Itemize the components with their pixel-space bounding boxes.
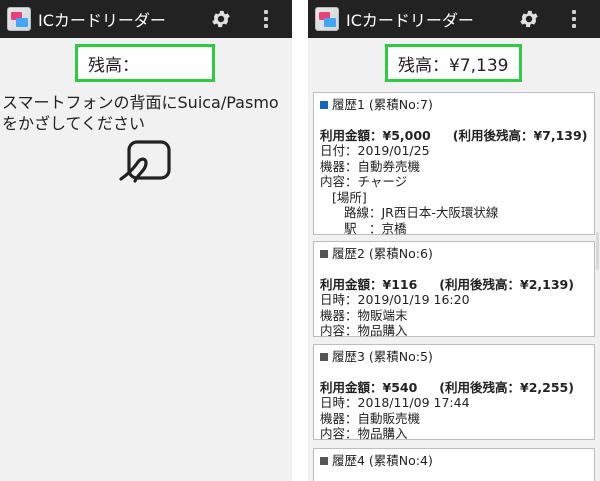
history-header: 履歴2 (累積No:6)	[320, 246, 588, 262]
history-title: 履歴3 (累積No:5)	[332, 349, 433, 364]
history-card[interactable]: 履歴4 (累積No:4)	[313, 448, 595, 481]
overflow-menu-icon[interactable]	[263, 10, 269, 28]
history-card[interactable]: 履歴2 (累積No:6) 利用金額：¥116 (利用後残高：¥2,139) 日時：…	[313, 241, 595, 338]
history-station: 駅 ：京橋	[344, 220, 407, 236]
app-title: ICカードリーダー	[346, 11, 474, 30]
history-line: 路線：JR西日本-大阪環状線	[344, 205, 499, 220]
history-amount: 利用金額：¥116	[320, 276, 418, 292]
balance-text: 残高：	[88, 55, 139, 76]
settings-gear-icon[interactable]	[210, 8, 232, 30]
history-date: 日時：2019/01/19 16:20	[320, 292, 470, 307]
history-device: 機器：自動券売機	[320, 158, 421, 174]
history-marker-icon	[320, 249, 328, 258]
history-amount-row: 利用金額：¥540 (利用後残高：¥2,255)	[320, 380, 588, 396]
scrollbar[interactable]	[596, 232, 599, 270]
history-amount-row: 利用金額：¥5,000 (利用後残高：¥7,139)	[320, 128, 588, 144]
history-after-balance: (利用後残高：¥7,139)	[452, 127, 588, 143]
app-bar: ICカードリーダー	[308, 0, 600, 38]
balance-text: 残高：¥7,139	[398, 55, 509, 76]
instruction-text: スマートフォンの背面にSuica/Pasmoをかざしてください	[2, 93, 279, 133]
history-date: 日付：2019/01/25	[320, 143, 430, 158]
history-header: 履歴4 (累積No:4)	[320, 453, 588, 469]
history-content: 内容：物品購入	[320, 426, 408, 441]
history-amount-row: 利用金額：¥116 (利用後残高：¥2,139)	[320, 277, 588, 293]
history-after-balance: (利用後残高：¥2,255)	[439, 379, 574, 395]
left-screen: ICカードリーダー 残高： スマートフォンの背面にSuica/Pasmoをかざし…	[0, 0, 292, 481]
balance-display: 残高：	[75, 44, 215, 82]
history-amount: 利用金額：¥540	[320, 379, 418, 395]
history-device: 機器：自動販売機	[320, 410, 421, 426]
history-content: 内容：チャージ	[320, 174, 408, 189]
history-after-balance: (利用後残高：¥2,139)	[439, 276, 574, 292]
history-title: 履歴1 (累積No:7)	[332, 97, 433, 112]
nfc-tap-icon	[119, 140, 171, 183]
settings-gear-icon[interactable]	[518, 8, 540, 30]
app-title: ICカードリーダー	[38, 11, 166, 30]
history-card[interactable]: 履歴1 (累積No:7) 利用金額：¥5,000 (利用後残高：¥7,139) 日…	[313, 92, 595, 236]
history-header: 履歴3 (累積No:5)	[320, 349, 588, 365]
app-icon	[7, 7, 31, 31]
history-marker-icon	[320, 456, 328, 465]
history-date: 日時：2018/11/09 17:44	[320, 395, 470, 410]
history-amount: 利用金額：¥5,000	[320, 127, 431, 143]
history-title: 履歴2 (累積No:6)	[332, 246, 433, 261]
history-device: 機器：物販端末	[320, 307, 408, 323]
history-marker-icon	[320, 100, 328, 109]
history-marker-icon	[320, 352, 328, 361]
app-bar: ICカードリーダー	[0, 0, 292, 38]
history-title: 履歴4 (累積No:4)	[332, 453, 433, 468]
overflow-menu-icon[interactable]	[571, 10, 577, 28]
history-card[interactable]: 履歴3 (累積No:5) 利用金額：¥540 (利用後残高：¥2,255) 日時：…	[313, 344, 595, 441]
history-place-label: [場所]	[332, 189, 367, 205]
app-icon	[315, 7, 339, 31]
history-content: 内容：物品購入	[320, 323, 408, 338]
history-header: 履歴1 (累積No:7)	[320, 97, 588, 113]
balance-display: 残高：¥7,139	[385, 44, 522, 82]
right-screen: ICカードリーダー 残高：¥7,139 履歴1 (累積No:7) 利用金額：¥5…	[308, 0, 600, 481]
